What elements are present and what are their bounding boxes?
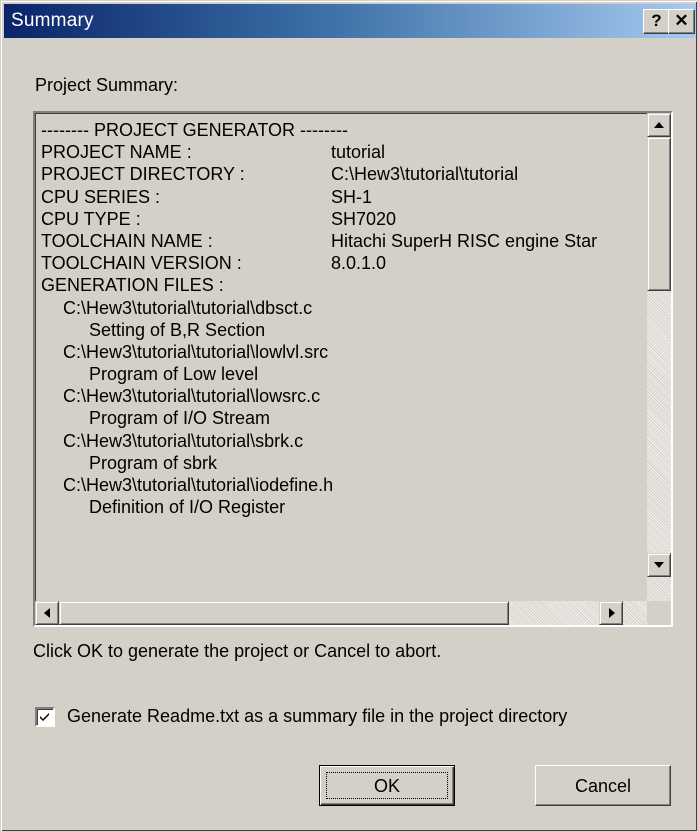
close-button[interactable]: ✕ — [668, 9, 695, 34]
summary-field-row: TOOLCHAIN NAME : Hitachi SuperH RISC eng… — [41, 230, 649, 252]
horizontal-scroll-thumb[interactable] — [59, 601, 509, 625]
summary-text[interactable]: -------- PROJECT GENERATOR -------- PROJ… — [41, 119, 649, 597]
vertical-scroll-thumb[interactable] — [647, 137, 671, 291]
title-bar[interactable]: Summary ? ✕ — [4, 4, 696, 38]
summary-header: -------- PROJECT GENERATOR -------- — [41, 120, 348, 140]
scroll-left-button[interactable] — [35, 601, 59, 625]
field-value: C:\Hew3\tutorial\tutorial — [331, 164, 519, 185]
summary-field-row: CPU TYPE : SH7020 — [41, 208, 649, 230]
field-key: CPU TYPE : — [41, 208, 141, 229]
file-description: Definition of I/O Register — [89, 497, 286, 518]
field-value: tutorial — [331, 142, 386, 163]
summary-field-row: PROJECT NAME : tutorial — [41, 141, 649, 163]
file-description: Program of sbrk — [89, 452, 218, 473]
scroll-right-button[interactable] — [599, 601, 623, 625]
ok-button-label: OK — [373, 775, 400, 796]
file-path: C:\Hew3\tutorial\tutorial\lowsrc.c — [63, 386, 321, 407]
arrow-up-icon — [654, 122, 664, 128]
summary-header-line: -------- PROJECT GENERATOR -------- — [41, 119, 649, 141]
summary-field-row: TOOLCHAIN VERSION : 8.0.1.0 — [41, 252, 649, 274]
checkmark-icon — [40, 713, 49, 721]
field-value: SH-1 — [331, 186, 373, 207]
help-icon: ? — [651, 11, 662, 30]
horizontal-scrollbar[interactable] — [35, 601, 647, 625]
field-key: PROJECT NAME : — [41, 142, 192, 163]
field-key: CPU SERIES : — [41, 186, 161, 207]
field-value: 8.0.1.0 — [331, 253, 387, 274]
field-value: Hitachi SuperH RISC engine Star — [331, 230, 598, 251]
arrow-down-icon — [654, 562, 664, 568]
scroll-up-button[interactable] — [647, 113, 671, 137]
files-header: GENERATION FILES : — [41, 275, 224, 296]
readme-checkbox[interactable] — [35, 707, 55, 727]
file-path: C:\Hew3\tutorial\tutorial\lowlvl.src — [63, 341, 329, 362]
file-path: C:\Hew3\tutorial\tutorial\dbsct.c — [63, 297, 313, 318]
file-description: Program of Low level — [89, 364, 259, 385]
field-key: PROJECT DIRECTORY : — [41, 164, 245, 185]
summary-field-row: CPU SERIES : SH-1 — [41, 186, 649, 208]
file-description: Setting of B,R Section — [89, 319, 266, 340]
vertical-scrollbar[interactable] — [647, 113, 671, 601]
project-summary-label: Project Summary: — [35, 75, 179, 95]
field-key: TOOLCHAIN NAME : — [41, 230, 213, 251]
scroll-down-button[interactable] — [647, 553, 671, 577]
field-key: TOOLCHAIN VERSION : — [41, 253, 242, 274]
arrow-left-icon — [44, 608, 50, 618]
help-button[interactable]: ? — [643, 9, 670, 34]
ok-button[interactable]: OK — [319, 765, 455, 806]
close-icon: ✕ — [674, 11, 689, 30]
summary-dialog: Summary ? ✕ Project Summary: -------- PR… — [0, 0, 698, 832]
field-value: SH7020 — [331, 208, 397, 229]
arrow-right-icon — [609, 608, 615, 618]
files-header-line: GENERATION FILES : — [41, 274, 649, 296]
file-path: C:\Hew3\tutorial\tutorial\sbrk.c — [63, 430, 304, 451]
window-title: Summary — [11, 10, 94, 31]
summary-textbox[interactable]: -------- PROJECT GENERATOR -------- PROJ… — [33, 111, 673, 627]
summary-field-row: PROJECT DIRECTORY : C:\Hew3\tutorial\tut… — [41, 163, 649, 185]
file-description: Program of I/O Stream — [89, 408, 271, 429]
file-path: C:\Hew3\tutorial\tutorial\iodefine.h — [63, 475, 334, 495]
cancel-button[interactable]: Cancel — [535, 765, 671, 806]
instruction-text: Click OK to generate the project or Canc… — [33, 641, 442, 661]
readme-checkbox-label[interactable]: Generate Readme.txt as a summary file in… — [67, 706, 567, 727]
scrollbar-corner — [647, 601, 671, 625]
